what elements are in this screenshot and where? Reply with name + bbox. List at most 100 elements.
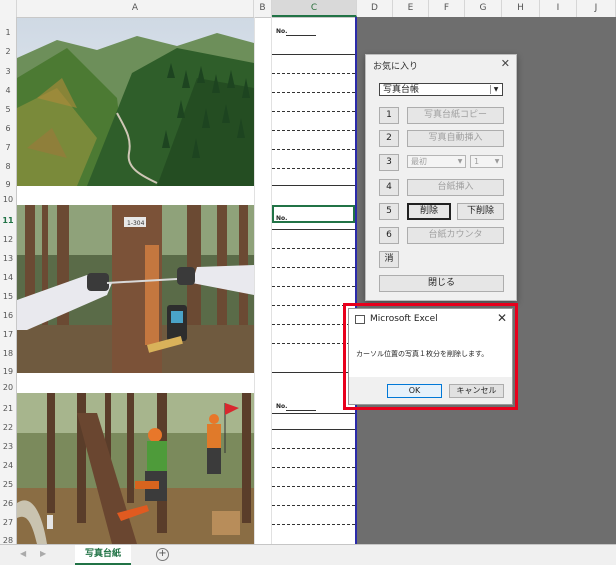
photo-note-block-3[interactable]: No. [272, 393, 355, 544]
forest-valley-photo[interactable] [17, 18, 254, 186]
row-header-1[interactable]: 1 [0, 28, 16, 37]
close-userform-button[interactable]: 閉じる [379, 275, 504, 292]
column-header: A B C D E F G H I J [0, 0, 616, 18]
note-line [272, 413, 355, 414]
note-line [272, 229, 355, 230]
ledger-combo-value: 写真台帳 [383, 85, 420, 95]
row-header-23[interactable]: 23 [0, 442, 16, 451]
note-line [272, 130, 355, 131]
delete-below-button[interactable]: 下削除 [457, 203, 504, 220]
tab-photo-sheet[interactable]: 写真台紙 [75, 545, 131, 565]
message-text: カーソル位置の写真１枚分を削除します。 [356, 350, 489, 358]
gridline [254, 17, 255, 544]
row-header-9[interactable]: 9 [0, 180, 16, 189]
tab-next-icon[interactable]: ▶ [40, 549, 46, 558]
note-line [272, 505, 355, 506]
row-header-14[interactable]: 14 [0, 273, 16, 282]
count-value: 1 [474, 157, 480, 166]
col-header-j[interactable]: J [577, 0, 616, 17]
number-2-button[interactable]: 2 [379, 130, 399, 147]
select-all-corner[interactable] [0, 0, 17, 17]
chainsaw-workers-image [17, 393, 254, 544]
cancel-button[interactable]: キャンセル [449, 384, 504, 398]
auto-insert-photo-button[interactable]: 写真自動挿入 [407, 130, 504, 147]
note-line [272, 92, 355, 93]
chainsaw-workers-photo[interactable] [17, 393, 254, 544]
number-3-button[interactable]: 3 [379, 154, 399, 171]
row-header: 1 2 3 4 5 6 7 8 9 10 11 12 13 14 15 16 1… [0, 17, 17, 545]
note-line [272, 486, 355, 487]
tree-tag-text: 1-304 [127, 220, 145, 227]
row-header-18[interactable]: 18 [0, 349, 16, 358]
note-line [272, 168, 355, 169]
add-sheet-icon[interactable]: + [156, 548, 169, 561]
clear-button[interactable]: 消 [379, 251, 399, 268]
chevron-down-icon[interactable]: ▼ [490, 85, 501, 94]
row-header-17[interactable]: 17 [0, 330, 16, 339]
note-line [272, 524, 355, 525]
close-icon[interactable]: ✕ [497, 311, 507, 325]
row-header-2[interactable]: 2 [0, 47, 16, 56]
worksheet: A B C D E F G H I J 1 2 3 4 5 6 7 8 9 10… [0, 0, 616, 545]
col-header-h[interactable]: H [502, 0, 540, 17]
row-header-6[interactable]: 6 [0, 124, 16, 133]
row-header-3[interactable]: 3 [0, 67, 16, 76]
note-line [272, 467, 355, 468]
row-header-19[interactable]: 19 [0, 367, 16, 376]
col-header-e[interactable]: E [393, 0, 429, 17]
row-header-15[interactable]: 15 [0, 292, 16, 301]
ok-button[interactable]: OK [387, 384, 442, 398]
row-header-21[interactable]: 21 [0, 404, 16, 413]
delete-button[interactable]: 削除 [407, 203, 451, 220]
tab-prev-icon[interactable]: ◀ [20, 549, 26, 558]
sheet-counter-button[interactable]: 台紙カウンタ [407, 227, 504, 244]
row-header-25[interactable]: 25 [0, 480, 16, 489]
number-5-button[interactable]: 5 [379, 203, 399, 220]
insert-sheet-button[interactable]: 台紙挿入 [407, 179, 504, 196]
col-header-b[interactable]: B [254, 0, 272, 17]
row-header-8[interactable]: 8 [0, 162, 16, 171]
col-header-g[interactable]: G [465, 0, 502, 17]
note-line [272, 111, 355, 112]
favorites-userform: お気に入り ✕ 写真台帳 ▼ 1 写真台紙コピー 2 写真自動挿入 3 最初 ▼… [365, 54, 517, 301]
row-header-22[interactable]: 22 [0, 423, 16, 432]
col-header-d[interactable]: D [357, 0, 393, 17]
row-header-20[interactable]: 20 [0, 383, 16, 392]
number-4-button[interactable]: 4 [379, 179, 399, 196]
message-box-title: Microsoft Excel [370, 314, 438, 324]
number-1-button[interactable]: 1 [379, 107, 399, 124]
copy-sheet-button[interactable]: 写真台紙コピー [407, 107, 504, 124]
note-line [272, 248, 355, 249]
close-icon[interactable]: ✕ [501, 57, 510, 70]
row-header-5[interactable]: 5 [0, 105, 16, 114]
ledger-combo[interactable]: 写真台帳 ▼ [379, 83, 503, 96]
photo-note-block-1[interactable]: No. [272, 18, 355, 186]
number-6-button[interactable]: 6 [379, 227, 399, 244]
row-header-27[interactable]: 27 [0, 518, 16, 527]
row-header-12[interactable]: 12 [0, 235, 16, 244]
col-header-f[interactable]: F [429, 0, 465, 17]
forest-valley-image [17, 18, 254, 186]
chevron-down-icon[interactable]: ▼ [456, 157, 464, 166]
start-position-select[interactable]: 最初 ▼ [407, 155, 466, 168]
tree-measurement-photo[interactable]: 1-304 [17, 205, 254, 373]
window-icon [355, 315, 365, 324]
row-header-16[interactable]: 16 [0, 311, 16, 320]
number-label: No. [276, 28, 318, 36]
note-line [272, 149, 355, 150]
active-cell-c11[interactable] [272, 205, 355, 223]
col-header-c[interactable]: C [272, 0, 357, 17]
chevron-down-icon[interactable]: ▼ [493, 157, 501, 166]
row-header-4[interactable]: 4 [0, 86, 16, 95]
col-header-a[interactable]: A [17, 0, 254, 17]
note-line [272, 54, 355, 55]
row-header-11[interactable]: 11 [0, 216, 16, 225]
row-header-7[interactable]: 7 [0, 143, 16, 152]
count-select[interactable]: 1 ▼ [470, 155, 503, 168]
sheet-tab-bar: ◀ ▶ 写真台紙 + [0, 544, 616, 565]
row-header-10[interactable]: 10 [0, 195, 16, 204]
row-header-24[interactable]: 24 [0, 461, 16, 470]
row-header-13[interactable]: 13 [0, 254, 16, 263]
row-header-26[interactable]: 26 [0, 499, 16, 508]
col-header-i[interactable]: I [540, 0, 577, 17]
